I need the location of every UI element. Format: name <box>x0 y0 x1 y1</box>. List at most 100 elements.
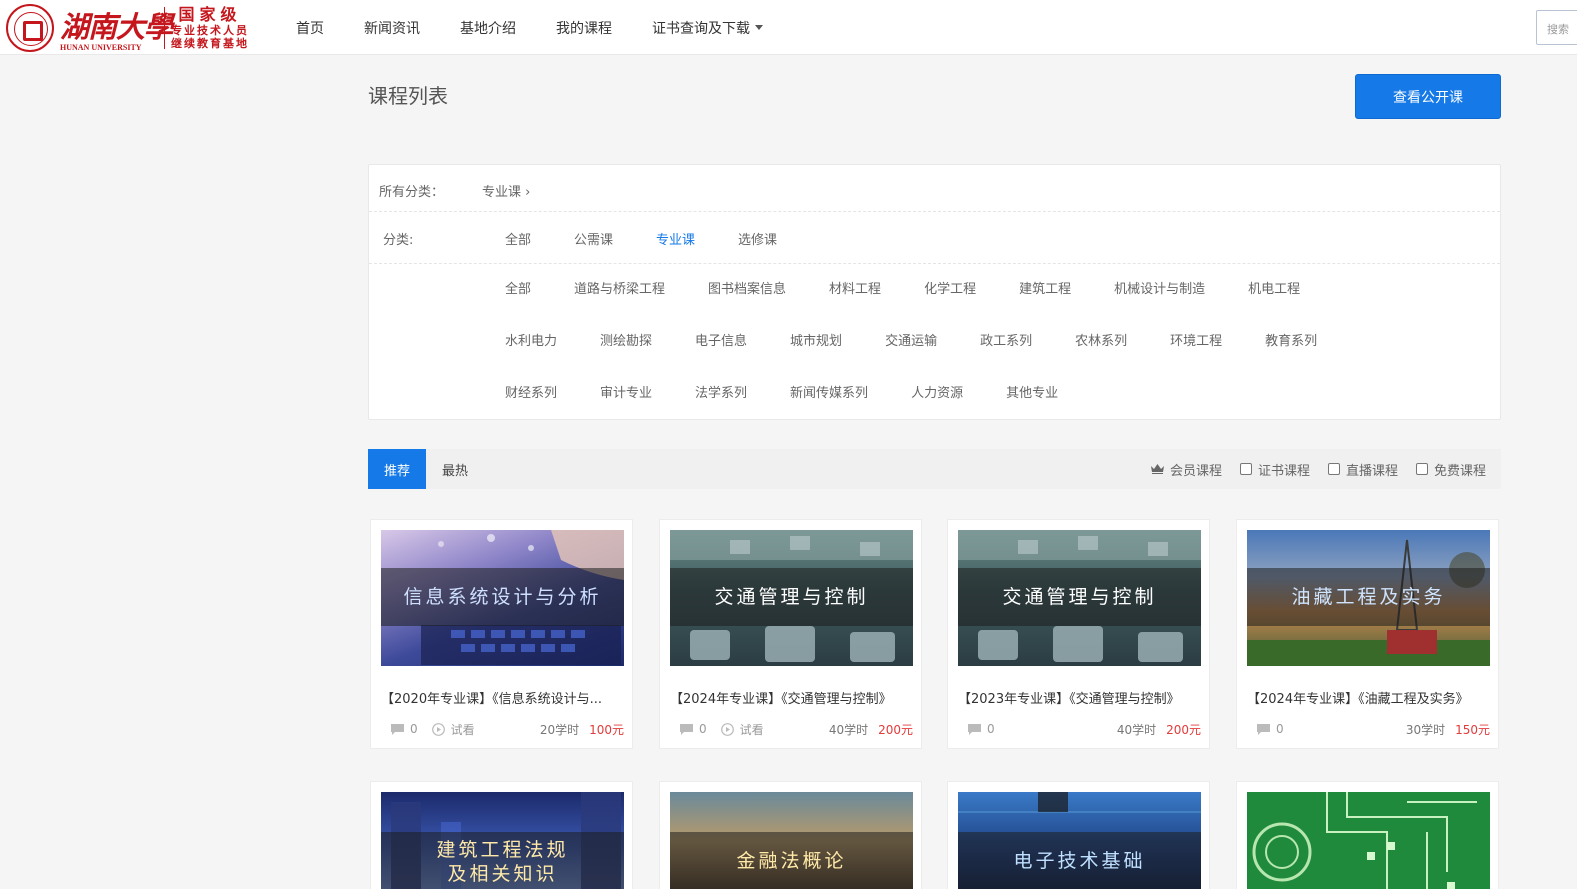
course-banner-title: 交通管理与控制 <box>670 568 913 626</box>
course-card[interactable]: 金融法概论 <box>659 781 922 889</box>
nav-my-courses[interactable]: 我的课程 <box>556 18 612 38</box>
course-title[interactable]: 【2024年专业课】《交通管理与控制》 <box>670 688 913 707</box>
subcategory-item[interactable]: 全部 <box>505 281 531 299</box>
course-thumbnail[interactable]: 金融法概论 <box>670 792 913 889</box>
logo-university-en-name: HUNAN UNIVERSITY <box>60 43 142 52</box>
course-thumbnail[interactable] <box>1247 792 1490 889</box>
subcategory-item[interactable]: 法学系列 <box>695 385 747 403</box>
trial-link[interactable]: 试看 <box>740 721 764 738</box>
course-banner-title: 信息系统设计与分析 <box>381 568 624 626</box>
course-card[interactable]: 油藏工程及实务 【2024年专业课】《油藏工程及实务》 0 30学时 150元 <box>1236 519 1499 749</box>
course-price: 150元 <box>1455 722 1490 737</box>
crown-icon <box>1150 464 1164 474</box>
comment-count: 0 <box>410 722 418 736</box>
trial-link[interactable]: 试看 <box>451 721 475 738</box>
course-thumbnail[interactable]: 信息系统设计与分析 <box>381 530 624 666</box>
breadcrumb-label: 所有分类： <box>379 185 445 200</box>
category-public[interactable]: 公需课 <box>574 229 613 248</box>
subcategory-item[interactable]: 道路与桥梁工程 <box>574 281 665 299</box>
subcategory-item[interactable]: 城市规划 <box>790 333 842 351</box>
subcategory-item[interactable]: 测绘勘探 <box>600 333 652 351</box>
subcategory-item[interactable]: 图书档案信息 <box>708 281 786 299</box>
free-course-checkbox[interactable]: 免费课程 <box>1415 460 1486 479</box>
nav-about-base[interactable]: 基地介绍 <box>460 18 516 38</box>
course-title[interactable]: 【2020年专业课】《信息系统设计与... <box>381 688 624 707</box>
course-card[interactable] <box>1236 781 1499 889</box>
breadcrumb: 所有分类： 专业课 › <box>379 181 530 200</box>
course-banner-title: 金融法概论 <box>670 832 913 889</box>
course-card[interactable]: 交通管理与控制 【2024年专业课】《交通管理与控制》 0 试看 40学时 20… <box>659 519 922 749</box>
category-all[interactable]: 全部 <box>505 229 531 248</box>
course-meta: 0 30学时 150元 <box>1257 720 1490 738</box>
breadcrumb-current[interactable]: 专业课 › <box>482 181 530 200</box>
course-title[interactable]: 【2023年专业课】《交通管理与控制》 <box>958 688 1201 707</box>
subcategory-item[interactable]: 环境工程 <box>1170 333 1222 351</box>
logo-base-title: 国家级 专业技术人员 继续教育基地 <box>171 5 249 51</box>
subcategory-item[interactable]: 新闻传媒系列 <box>790 385 868 403</box>
subcategory-item[interactable]: 教育系列 <box>1265 333 1317 351</box>
subcategory-item[interactable]: 人力资源 <box>911 385 963 403</box>
site-logo[interactable]: 湖南大學 HUNAN UNIVERSITY 国家级 专业技术人员 继续教育基地 <box>6 4 261 52</box>
subcategory-options: 全部 道路与桥梁工程 图书档案信息 材料工程 化学工程 建筑工程 机械设计与制造… <box>505 281 1405 403</box>
search-input[interactable]: 搜索 <box>1536 10 1577 45</box>
subcategory-item[interactable]: 审计专业 <box>600 385 652 403</box>
course-title[interactable]: 【2024年专业课】《油藏工程及实务》 <box>1247 688 1490 707</box>
subcategory-item[interactable]: 其他专业 <box>1006 385 1058 403</box>
course-meta: 0 试看 40学时 200元 <box>680 720 913 738</box>
divider <box>369 211 1500 212</box>
subcategory-item[interactable]: 机械设计与制造 <box>1114 281 1205 299</box>
chevron-down-icon <box>755 25 763 30</box>
view-open-courses-button[interactable]: 查看公开课 <box>1355 74 1501 119</box>
tab-hot[interactable]: 最热 <box>426 449 484 489</box>
play-circle-icon <box>720 722 734 736</box>
tab-recommend[interactable]: 推荐 <box>368 449 426 489</box>
subcategory-item[interactable]: 政工系列 <box>980 333 1032 351</box>
nav-home[interactable]: 首页 <box>296 18 324 38</box>
subcategory-item[interactable]: 材料工程 <box>829 281 881 299</box>
course-thumbnail[interactable]: 电子技术基础 <box>958 792 1201 889</box>
comment-icon <box>391 723 404 735</box>
subcategory-item[interactable]: 水利电力 <box>505 333 557 351</box>
checkbox-icon <box>1239 463 1252 475</box>
comment-icon <box>1257 723 1270 735</box>
top-header: 湖南大學 HUNAN UNIVERSITY 国家级 专业技术人员 继续教育基地 … <box>0 0 1577 55</box>
course-meta: 0 40学时 200元 <box>968 720 1201 738</box>
course-hours: 30学时 <box>1405 722 1446 737</box>
course-card[interactable]: 电子技术基础 <box>947 781 1210 889</box>
page-title: 课程列表 <box>368 84 448 108</box>
course-price: 200元 <box>878 722 913 737</box>
course-thumbnail[interactable]: 交通管理与控制 <box>958 530 1201 666</box>
subcategory-item[interactable]: 机电工程 <box>1248 281 1300 299</box>
comment-icon <box>968 723 981 735</box>
category-elective[interactable]: 选修课 <box>738 229 777 248</box>
nav-certificate-label: 证书查询及下载 <box>652 20 750 37</box>
nav-news[interactable]: 新闻资讯 <box>364 18 420 38</box>
logo-university-name: 湖南大學 <box>60 10 173 44</box>
course-price: 200元 <box>1166 722 1201 737</box>
member-course-filter[interactable]: 会员课程 <box>1150 460 1222 479</box>
subcategory-item[interactable]: 农林系列 <box>1075 333 1127 351</box>
live-course-checkbox[interactable]: 直播课程 <box>1327 460 1398 479</box>
certificate-course-checkbox[interactable]: 证书课程 <box>1239 460 1310 479</box>
course-card[interactable]: 交通管理与控制 【2023年专业课】《交通管理与控制》 0 40学时 200元 <box>947 519 1210 749</box>
nav-certificate[interactable]: 证书查询及下载 <box>652 18 763 38</box>
course-thumbnail[interactable]: 建筑工程法规 及相关知识 <box>381 792 624 889</box>
course-card[interactable]: 建筑工程法规 及相关知识 <box>370 781 633 889</box>
subcategory-item[interactable]: 电子信息 <box>695 333 747 351</box>
play-circle-icon <box>431 722 445 736</box>
course-banner-title: 油藏工程及实务 <box>1247 568 1490 626</box>
category-professional[interactable]: 专业课 <box>656 229 695 248</box>
course-hours: 40学时 <box>828 722 869 737</box>
subcategory-item[interactable]: 财经系列 <box>505 385 557 403</box>
subcategory-item[interactable]: 化学工程 <box>924 281 976 299</box>
course-banner-title: 电子技术基础 <box>958 832 1201 889</box>
course-card[interactable]: 信息系统设计与分析 【2020年专业课】《信息系统设计与... 0 试看 20学… <box>370 519 633 749</box>
subcategory-item[interactable]: 建筑工程 <box>1019 281 1071 299</box>
course-banner-title: 建筑工程法规 及相关知识 <box>381 832 624 889</box>
divider <box>369 263 1500 264</box>
comment-count: 0 <box>987 722 995 736</box>
subcategory-item[interactable]: 交通运输 <box>885 333 937 351</box>
main-nav: 首页 新闻资讯 基地介绍 我的课程 证书查询及下载 <box>280 0 803 55</box>
course-thumbnail[interactable]: 交通管理与控制 <box>670 530 913 666</box>
course-thumbnail[interactable]: 油藏工程及实务 <box>1247 530 1490 666</box>
